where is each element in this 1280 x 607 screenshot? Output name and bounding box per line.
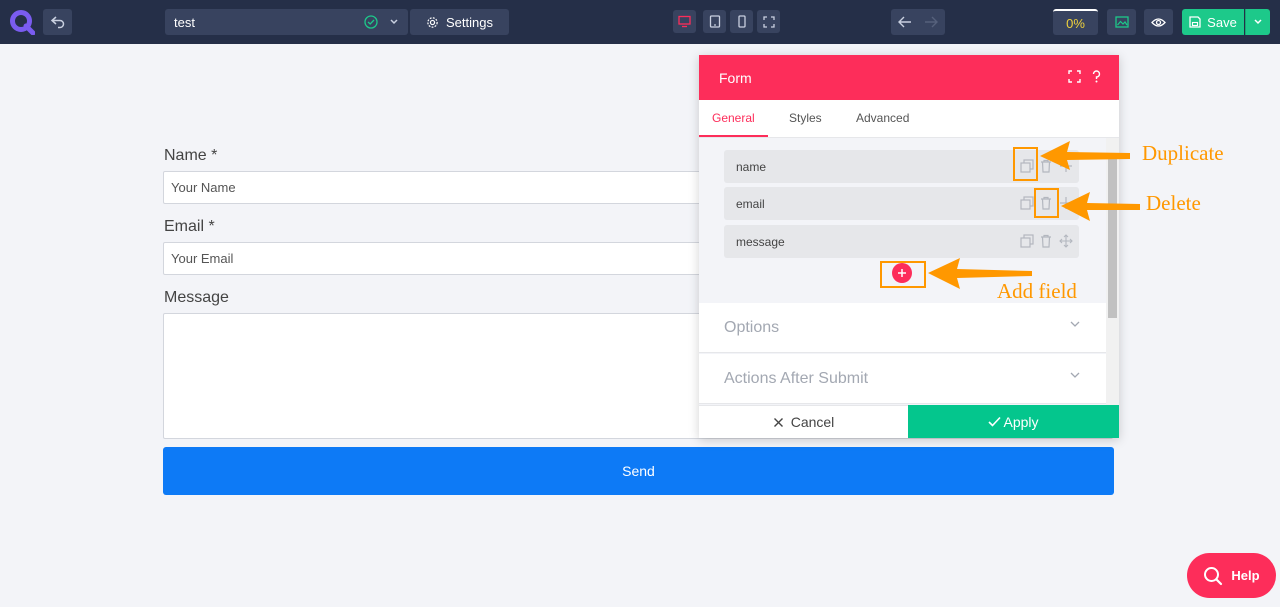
email-label: Email * <box>164 218 215 235</box>
panel-tabs: General Styles Advanced <box>699 100 1119 138</box>
apply-button[interactable]: Apply <box>908 405 1119 438</box>
options-section[interactable]: Options <box>699 303 1106 353</box>
settings-button[interactable]: Settings <box>410 9 509 35</box>
save-label: Save <box>1207 14 1237 30</box>
send-button[interactable]: Send <box>163 447 1114 495</box>
chevron-down-icon <box>1070 321 1080 327</box>
duplicate-icon[interactable] <box>1020 196 1034 210</box>
settings-label: Settings <box>446 14 493 30</box>
duplicate-highlight <box>1013 147 1038 181</box>
field-label: message <box>736 234 785 249</box>
save-button[interactable]: Save <box>1182 9 1244 35</box>
chevron-down-icon <box>1070 372 1080 378</box>
undo-button[interactable] <box>43 9 72 35</box>
chevron-down-icon <box>1254 19 1262 25</box>
section-label: Actions After Submit <box>724 369 869 387</box>
expand-icon[interactable] <box>1067 69 1082 84</box>
image-icon <box>1114 16 1129 28</box>
panel-title: Form <box>719 69 752 86</box>
add-field-annotation: Add field <box>997 279 1077 303</box>
name-label: Name * <box>164 147 218 164</box>
tablet-icon <box>709 15 720 28</box>
save-options-button[interactable] <box>1245 9 1270 35</box>
panel-scrollbar[interactable] <box>1106 138 1119 405</box>
delete-highlight <box>1034 188 1059 218</box>
email-placeholder: Your Email <box>171 251 234 266</box>
add-field-highlight <box>880 261 926 288</box>
search-icon <box>1204 566 1223 585</box>
apply-label: Apply <box>1003 413 1039 430</box>
page-title: test <box>174 14 195 30</box>
active-tab-indicator <box>699 135 768 137</box>
mobile-icon <box>737 15 746 28</box>
tablet-view-button[interactable] <box>703 10 726 33</box>
message-label: Message <box>164 289 229 306</box>
tab-general[interactable]: General <box>712 111 755 125</box>
help-button[interactable]: Help <box>1187 553 1276 598</box>
panel-header: Form <box>699 55 1119 100</box>
eye-icon <box>1151 17 1166 27</box>
gear-icon <box>427 16 438 28</box>
tab-styles[interactable]: Styles <box>789 111 822 125</box>
send-label: Send <box>622 463 655 479</box>
close-icon <box>773 417 783 427</box>
move-icon[interactable] <box>1059 234 1073 248</box>
panel-footer: Cancel Apply <box>699 405 1119 438</box>
top-toolbar: test Settings 0% Save <box>0 0 1280 44</box>
mobile-view-button[interactable] <box>730 10 753 33</box>
desktop-icon <box>678 15 691 28</box>
desktop-view-button[interactable] <box>673 10 696 33</box>
image-button[interactable] <box>1107 9 1136 35</box>
fullscreen-button[interactable] <box>757 10 780 33</box>
cancel-button[interactable]: Cancel <box>699 405 908 438</box>
chevron-down-icon[interactable] <box>389 13 399 31</box>
check-icon <box>988 416 1002 427</box>
arrow-right-icon[interactable] <box>924 16 938 28</box>
move-icon[interactable] <box>1059 196 1073 210</box>
page-title-field[interactable]: test <box>165 9 408 35</box>
duplicate-icon[interactable] <box>1020 234 1034 248</box>
trash-icon[interactable] <box>1039 159 1053 173</box>
progress-value: 0% <box>1066 15 1085 31</box>
cancel-label: Cancel <box>790 414 835 430</box>
field-label: email <box>736 196 765 211</box>
field-label: name <box>736 159 767 174</box>
trash-icon[interactable] <box>1039 234 1053 248</box>
form-settings-panel: Form General Styles Advanced name email … <box>699 55 1119 438</box>
delete-annotation: Delete <box>1146 191 1201 215</box>
undo-icon <box>50 16 64 29</box>
tab-advanced[interactable]: Advanced <box>856 111 909 125</box>
help-icon[interactable] <box>1089 69 1104 84</box>
check-circle-icon <box>364 15 378 29</box>
help-label: Help <box>1231 568 1260 583</box>
arrow-left-icon[interactable] <box>898 16 912 28</box>
logo-icon[interactable] <box>9 9 35 35</box>
fullscreen-icon <box>762 15 775 28</box>
scroll-thumb[interactable] <box>1108 158 1117 318</box>
actions-after-submit-section[interactable]: Actions After Submit <box>699 354 1106 404</box>
preview-button[interactable] <box>1144 9 1173 35</box>
name-placeholder: Your Name <box>171 180 236 195</box>
section-label: Options <box>724 318 780 336</box>
field-row-message[interactable]: message <box>724 225 1079 258</box>
move-icon[interactable] <box>1059 159 1073 173</box>
duplicate-annotation: Duplicate <box>1142 141 1224 165</box>
floppy-disk-icon <box>1189 16 1201 28</box>
history-nav <box>891 9 945 35</box>
progress-indicator: 0% <box>1053 9 1098 35</box>
field-row-email[interactable]: email <box>724 187 1079 220</box>
